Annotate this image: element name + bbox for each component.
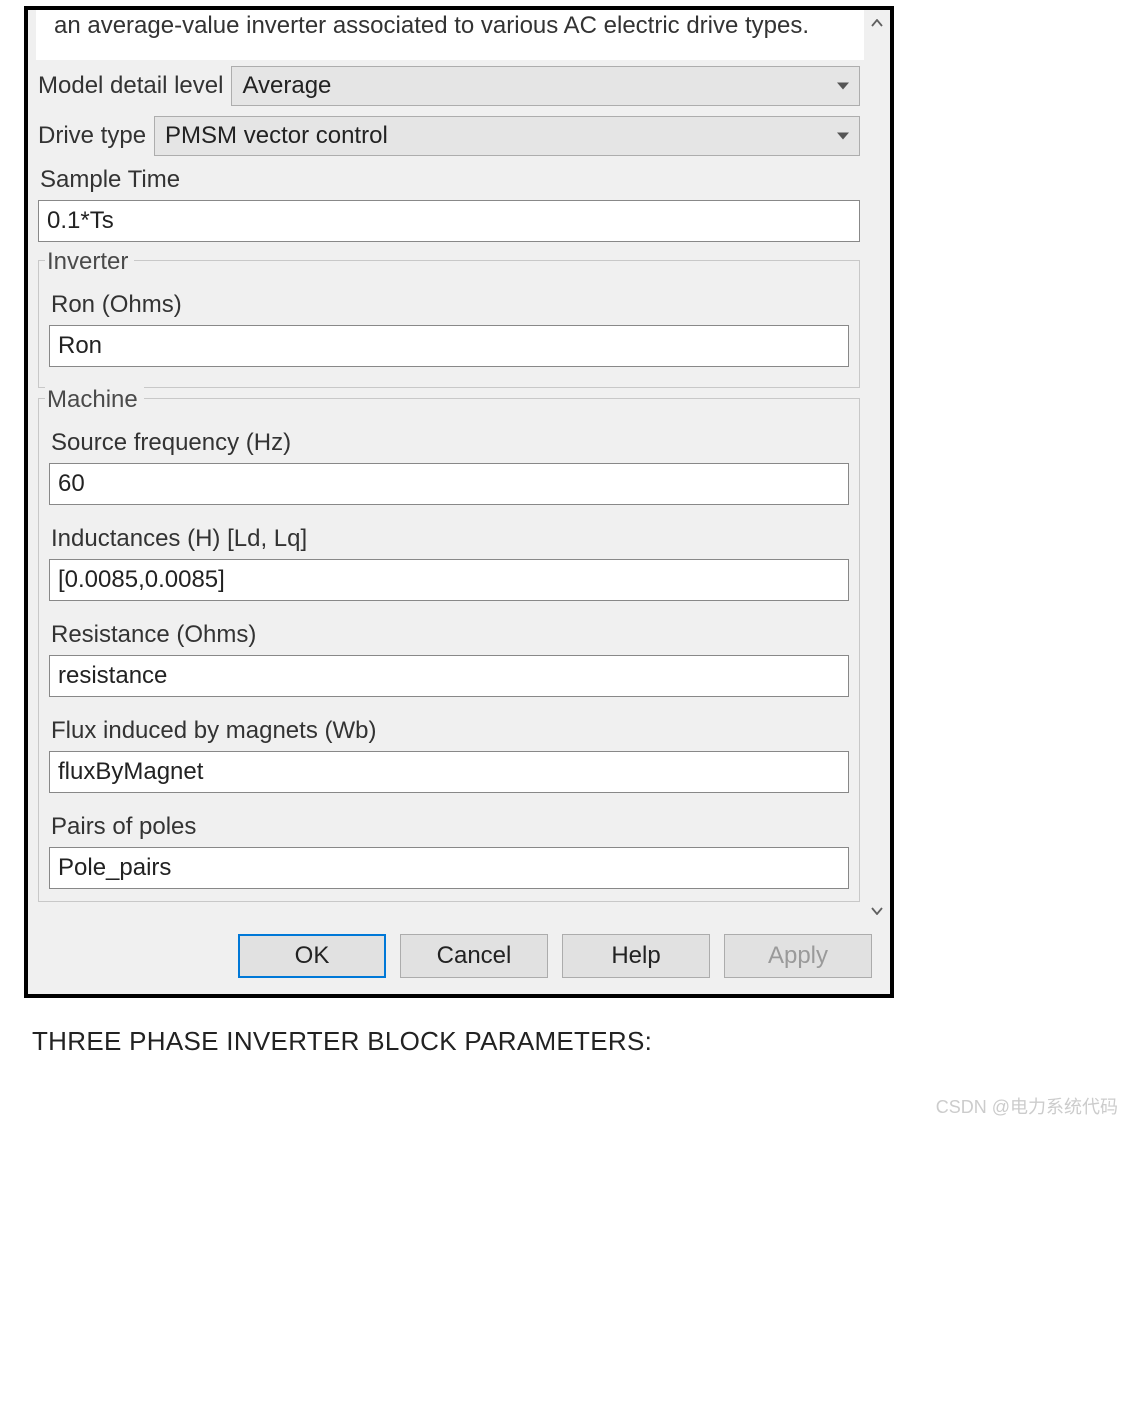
inverter-legend: Inverter xyxy=(45,248,134,276)
block-parameters-dialog: an average-value inverter associated to … xyxy=(24,6,894,998)
cancel-button[interactable]: Cancel xyxy=(400,934,548,978)
parameters-form: Model detail level Average Drive type PM… xyxy=(28,66,890,920)
watermark-text: CSDN @电力系统代码 xyxy=(936,1093,1118,1119)
model-detail-level-value: Average xyxy=(242,72,331,100)
machine-group: Machine Source frequency (Hz) Inductance… xyxy=(38,398,860,902)
flux-input[interactable] xyxy=(49,751,849,793)
resistance-input[interactable] xyxy=(49,655,849,697)
model-detail-level-label: Model detail level xyxy=(38,70,223,102)
help-button[interactable]: Help xyxy=(562,934,710,978)
resistance-label: Resistance (Ohms) xyxy=(51,621,849,649)
block-description-panel: an average-value inverter associated to … xyxy=(36,10,864,60)
vertical-scrollbar[interactable] xyxy=(866,12,888,922)
ron-label: Ron (Ohms) xyxy=(51,291,849,319)
model-detail-level-dropdown[interactable]: Average xyxy=(231,66,860,106)
machine-legend: Machine xyxy=(45,386,144,414)
pole-pairs-label: Pairs of poles xyxy=(51,813,849,841)
drive-type-dropdown[interactable]: PMSM vector control xyxy=(154,116,860,156)
ron-input[interactable] xyxy=(49,325,849,367)
flux-label: Flux induced by magnets (Wb) xyxy=(51,717,849,745)
block-description-text: an average-value inverter associated to … xyxy=(54,12,809,39)
ok-button[interactable]: OK xyxy=(238,934,386,978)
chevron-down-icon xyxy=(837,83,849,90)
apply-button[interactable]: Apply xyxy=(724,934,872,978)
scroll-down-arrow-icon[interactable] xyxy=(866,900,888,922)
dialog-button-bar: OK Cancel Help Apply xyxy=(28,920,890,994)
drive-type-value: PMSM vector control xyxy=(165,122,388,150)
sample-time-label: Sample Time xyxy=(40,166,860,194)
source-frequency-input[interactable] xyxy=(49,463,849,505)
scroll-up-arrow-icon[interactable] xyxy=(866,12,888,34)
inductances-label: Inductances (H) [Ld, Lq] xyxy=(51,525,849,553)
inductances-input[interactable] xyxy=(49,559,849,601)
sample-time-input[interactable] xyxy=(38,200,860,242)
drive-type-label: Drive type xyxy=(38,120,146,152)
inverter-group: Inverter Ron (Ohms) xyxy=(38,260,860,388)
figure-caption: THREE PHASE INVERTER BLOCK PARAMETERS: xyxy=(32,1026,1136,1057)
source-frequency-label: Source frequency (Hz) xyxy=(51,429,849,457)
pole-pairs-input[interactable] xyxy=(49,847,849,889)
chevron-down-icon xyxy=(837,133,849,140)
